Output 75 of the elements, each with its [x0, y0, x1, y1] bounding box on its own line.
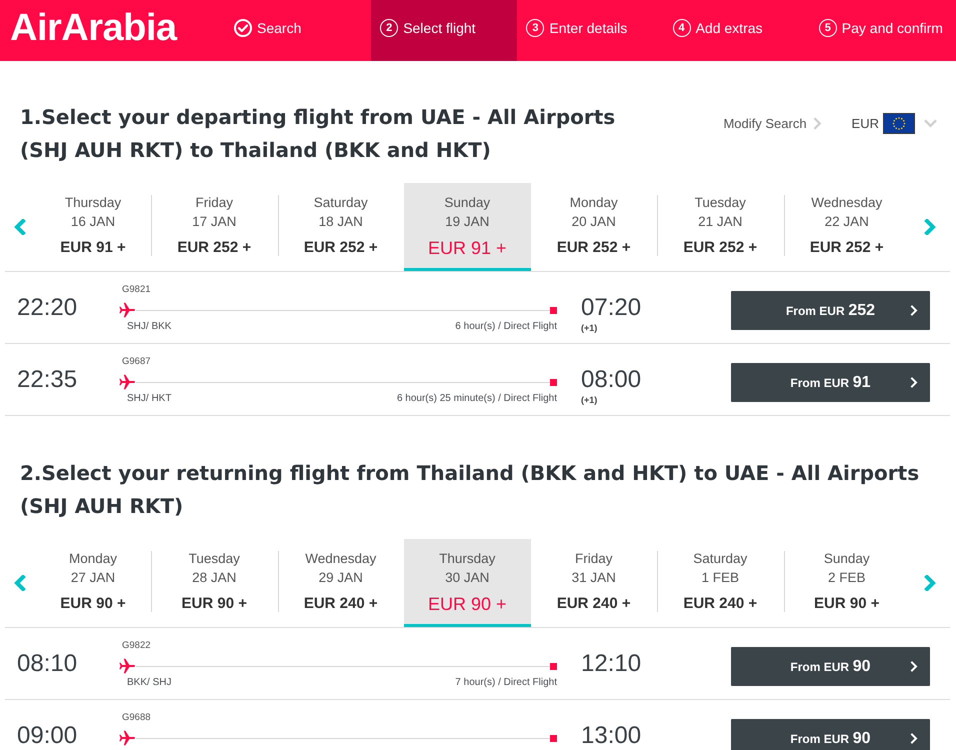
step-label: Search [257, 20, 302, 36]
arrival-time: 08:00 [581, 366, 642, 394]
departure-time: 22:20 [17, 294, 78, 321]
departure-time: 08:10 [17, 650, 78, 677]
date-option[interactable]: Wednesday 22 JAN EUR 252 + [784, 183, 910, 271]
step-number: 3 [526, 18, 544, 36]
date-option[interactable]: Tuesday 28 JAN EUR 90 + [151, 539, 278, 627]
step-number: 2 [380, 18, 398, 36]
section-heading: 1.Select your departing flight from UAE - All Airports (SHJ AUH RKT) to Thailand (BKK and HKT) [20, 104, 616, 164]
step-label: Enter details [549, 20, 628, 36]
arrival-marker-icon [550, 662, 557, 670]
eu-flag-icon [883, 113, 915, 134]
date-option[interactable]: Monday 27 JAN EUR 90 + [35, 539, 151, 627]
select-fare-button[interactable]: From EUR 90 [731, 719, 930, 750]
chevron-right-icon [910, 377, 918, 388]
date-option[interactable]: Friday 31 JAN EUR 240 + [530, 539, 657, 627]
flight-duration: 7 hour(s) / Direct Flight [455, 676, 557, 690]
step-label: Select flight [403, 20, 476, 36]
chevron-down-icon [924, 118, 937, 129]
flight-number: G9821 [121, 284, 151, 296]
step-number: 4 [672, 18, 691, 36]
flight-number: G9822 [121, 640, 151, 652]
arrival-time: 13:00 [581, 722, 642, 750]
date-option[interactable]: Wednesday 29 JAN EUR 240 + [278, 539, 404, 627]
select-fare-button[interactable]: From EUR 252 [731, 291, 930, 330]
chevron-right-icon [924, 575, 936, 591]
date-option[interactable]: Saturday 1 FEB EUR 240 + [657, 539, 784, 627]
previous-dates-button[interactable] [14, 219, 26, 235]
arrival-marker-icon [550, 734, 557, 742]
route-codes: SHJ/ HKT [127, 392, 172, 406]
arrival-time: 07:20 [581, 294, 642, 322]
modify-search-link[interactable]: Modify Search [723, 116, 822, 131]
arrival-marker-icon [550, 378, 557, 386]
flight-number: G9687 [121, 356, 151, 368]
arrival-marker-icon [550, 306, 557, 314]
section-heading: 2.Select your returning flight from Thailand (BKK and HKT) to UAE - All Airports (SHJ AUH RKT) [20, 460, 920, 520]
chevron-right-icon [924, 219, 936, 235]
chevron-left-icon [14, 575, 26, 591]
chevron-left-icon [14, 219, 26, 235]
date-option[interactable]: Friday 17 JAN EUR 252 + [151, 183, 278, 271]
chevron-right-icon [910, 305, 918, 316]
chevron-right-icon [812, 117, 822, 130]
flight-duration: 6 hour(s) / Direct Flight [455, 320, 557, 334]
next-day-indicator: (+1) [581, 322, 598, 334]
airplane-icon [118, 374, 136, 390]
airarabia-logo[interactable]: AirArabia [0, 6, 225, 50]
date-option[interactable]: Thursday 30 JAN EUR 90 + [404, 539, 530, 627]
select-fare-button[interactable]: From EUR 90 [731, 647, 930, 686]
select-fare-button[interactable]: From EUR 91 [731, 363, 930, 402]
step-label: Add extras [696, 20, 763, 36]
airplane-icon [118, 302, 136, 318]
departure-time: 09:00 [17, 722, 78, 749]
chevron-right-icon [910, 661, 918, 672]
route-codes: SHJ/ BKK [127, 320, 172, 334]
chevron-right-icon [910, 733, 918, 744]
next-day-indicator: (+1) [581, 394, 598, 406]
date-option[interactable]: Sunday 19 JAN EUR 91 + [404, 183, 530, 271]
arrival-time: 12:10 [581, 650, 642, 678]
departure-time: 22:35 [17, 366, 78, 393]
date-option[interactable]: Thursday 16 JAN EUR 91 + [35, 183, 151, 271]
next-dates-button[interactable] [924, 219, 936, 235]
date-option[interactable]: Saturday 18 JAN EUR 252 + [278, 183, 404, 271]
date-option[interactable]: Sunday 2 FEB EUR 90 + [784, 539, 910, 627]
step-number: 5 [818, 18, 837, 36]
airplane-icon [118, 658, 136, 674]
currency-select[interactable]: EUR [852, 113, 937, 134]
flight-duration: 6 hour(s) 25 minute(s) / Direct Flight [396, 392, 557, 406]
date-option[interactable]: Tuesday 21 JAN EUR 252 + [657, 183, 784, 271]
route-codes: BKK/ SHJ [127, 676, 172, 690]
date-option[interactable]: Monday 20 JAN EUR 252 + [530, 183, 657, 271]
flight-number: G9688 [121, 712, 151, 724]
previous-dates-button[interactable] [14, 575, 26, 591]
step-label: Pay and confirm [842, 20, 943, 36]
airplane-icon [118, 730, 136, 746]
next-dates-button[interactable] [924, 575, 936, 591]
